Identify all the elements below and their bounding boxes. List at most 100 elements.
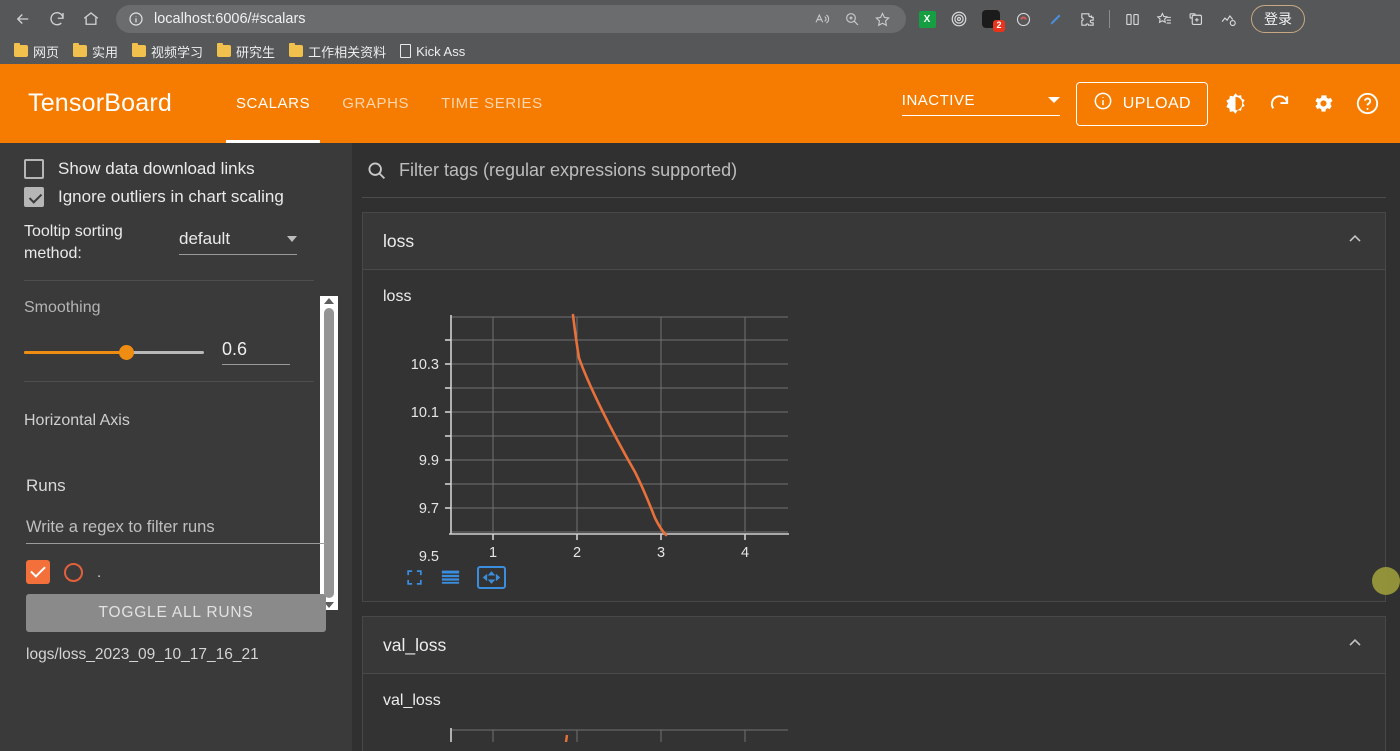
address-bar[interactable]: localhost:6006/#scalars	[116, 5, 906, 33]
reload-icon[interactable]	[40, 4, 74, 34]
chevron-up-icon[interactable]	[1345, 229, 1365, 254]
folder-icon	[217, 43, 232, 57]
bookmark-item[interactable]: 研究生	[211, 40, 281, 63]
upload-button[interactable]: UPLOAD	[1075, 81, 1208, 126]
tooltip-sorting-select[interactable]: default	[179, 229, 297, 255]
puzzle-icon[interactable]	[1072, 5, 1102, 33]
bookmark-label: 网页	[33, 44, 60, 60]
copilot-icon[interactable]	[1181, 5, 1211, 33]
run-checkbox[interactable]	[26, 560, 50, 584]
read-aloud-icon[interactable]	[808, 7, 836, 31]
chart-title-val-loss: val_loss	[383, 692, 441, 709]
ytick-label: 9.5	[419, 549, 439, 562]
ytick-label: 9.9	[419, 453, 439, 469]
smoothing-row: 0.6	[24, 339, 314, 366]
gear-icon[interactable]	[1306, 87, 1340, 121]
record-icon[interactable]	[1008, 5, 1038, 33]
tab-scalars[interactable]: SCALARS	[220, 64, 326, 143]
collections-star-icon[interactable]	[1149, 5, 1179, 33]
home-icon[interactable]	[74, 4, 108, 34]
settings-pane: Show data download links Ignore outliers…	[0, 143, 336, 460]
toggle-all-runs-button[interactable]: TOGGLE ALL RUNS	[26, 594, 326, 632]
smoothing-slider[interactable]	[24, 344, 204, 361]
bookmark-item[interactable]: 工作相关资料	[283, 40, 392, 63]
back-icon[interactable]	[6, 4, 40, 34]
performance-icon[interactable]	[1213, 5, 1243, 33]
scroll-up-icon[interactable]	[324, 298, 334, 304]
tensorboard-body: Show data download links Ignore outliers…	[0, 143, 1400, 751]
ytick-label: 10.3	[411, 357, 439, 373]
slider-knob[interactable]	[118, 345, 134, 361]
expand-chart-icon[interactable]	[405, 568, 424, 587]
tooltip-sorting-value: default	[179, 229, 231, 248]
login-button[interactable]: 登录	[1251, 5, 1305, 33]
chart-loss[interactable]: 10.3 10.1 9.9 9.7 9.5 1 2 3 4	[383, 312, 803, 565]
tag-filter-bar[interactable]: Filter tags (regular expressions support…	[362, 143, 1386, 198]
runs-filter-input[interactable]: Write a regex to filter runs	[26, 518, 326, 544]
split-screen-icon[interactable]	[1117, 5, 1147, 33]
run-status-value: INACTIVE	[901, 91, 975, 109]
browser-toolbar-icons: X 2 登录	[912, 5, 1305, 33]
cursor-highlight-dot	[1372, 567, 1400, 595]
zoom-icon[interactable]	[838, 7, 866, 31]
header-right-controls: INACTIVE UPLOAD	[901, 81, 1384, 126]
main-content: Filter tags (regular expressions support…	[352, 143, 1400, 751]
xtick-label: 1	[489, 545, 497, 561]
target-icon[interactable]	[944, 5, 974, 33]
tensorboard-header: TensorBoard SCALARS GRAPHS TIME SERIES I…	[0, 64, 1400, 143]
chart-line-loss	[571, 313, 668, 537]
browser-chrome: localhost:6006/#scalars X 2 登录 网页 实用 视频学…	[0, 0, 1400, 64]
slider-fill	[24, 351, 129, 355]
xtick-label: 2	[573, 545, 581, 561]
refresh-icon[interactable]	[1262, 87, 1296, 121]
run-color-circle-icon[interactable]	[64, 562, 83, 582]
card-title-loss: loss	[383, 230, 415, 251]
help-icon[interactable]	[1350, 87, 1384, 121]
bookmark-item[interactable]: 实用	[67, 40, 124, 63]
runs-pane: Runs Write a regex to filter runs . TOGG…	[0, 460, 352, 664]
show-download-links-label: Show data download links	[58, 159, 255, 178]
run-dot-label: .	[97, 563, 102, 581]
show-download-links-row[interactable]: Show data download links	[24, 159, 314, 179]
brightness-icon[interactable]	[1218, 87, 1252, 121]
folder-icon	[73, 43, 88, 57]
bookmarks-bar: 网页 实用 视频学习 研究生 工作相关资料 Kick Ass	[0, 38, 1400, 64]
tensorboard-logo: TensorBoard	[28, 89, 172, 117]
ignore-outliers-checkbox[interactable]	[24, 187, 44, 207]
run-status-select[interactable]: INACTIVE	[901, 91, 1060, 116]
bookmark-item[interactable]: Kick Ass	[394, 42, 471, 61]
site-info-icon[interactable]	[126, 9, 146, 29]
card-header-val-loss[interactable]: val_loss	[363, 617, 1385, 673]
extension-green-icon[interactable]: X	[912, 5, 942, 33]
bookmark-item[interactable]: 网页	[8, 40, 65, 63]
fit-domain-icon[interactable]	[477, 566, 506, 589]
chevron-up-icon[interactable]	[1345, 633, 1365, 658]
chevron-down-icon	[287, 236, 297, 242]
tag-filter-input[interactable]: Filter tags (regular expressions support…	[399, 160, 737, 181]
card-body-val-loss: val_loss	[363, 673, 1385, 751]
card-val-loss: val_loss val_loss	[362, 616, 1386, 751]
chart-val-loss[interactable]	[383, 716, 803, 743]
dark-extension-icon[interactable]: 2	[976, 5, 1006, 33]
bookmark-item[interactable]: 视频学习	[126, 40, 209, 63]
show-download-links-checkbox[interactable]	[24, 159, 44, 179]
bookmark-label: 研究生	[236, 44, 276, 60]
tab-graphs[interactable]: GRAPHS	[326, 64, 425, 143]
bookmark-label: Kick Ass	[416, 43, 466, 59]
pen-icon[interactable]	[1040, 5, 1070, 33]
page-icon	[400, 44, 412, 58]
folder-icon	[14, 43, 28, 57]
favorite-star-icon[interactable]	[868, 7, 896, 31]
bookmark-label: 视频学习	[151, 44, 204, 60]
data-table-icon[interactable]	[440, 568, 461, 587]
card-loss: loss loss 10.3 10.1 9.9 9.7 9.5 1 2 3 4	[362, 212, 1386, 602]
card-title-val-loss: val_loss	[383, 634, 447, 655]
search-icon	[366, 160, 387, 181]
card-header-loss[interactable]: loss	[363, 213, 1385, 269]
settings-divider	[24, 280, 314, 282]
smoothing-value[interactable]: 0.6	[222, 339, 290, 366]
chevron-down-icon	[1047, 97, 1060, 103]
ignore-outliers-row[interactable]: Ignore outliers in chart scaling	[24, 187, 314, 207]
tab-time-series[interactable]: TIME SERIES	[425, 64, 559, 143]
address-bar-url: localhost:6006/#scalars	[154, 11, 306, 27]
